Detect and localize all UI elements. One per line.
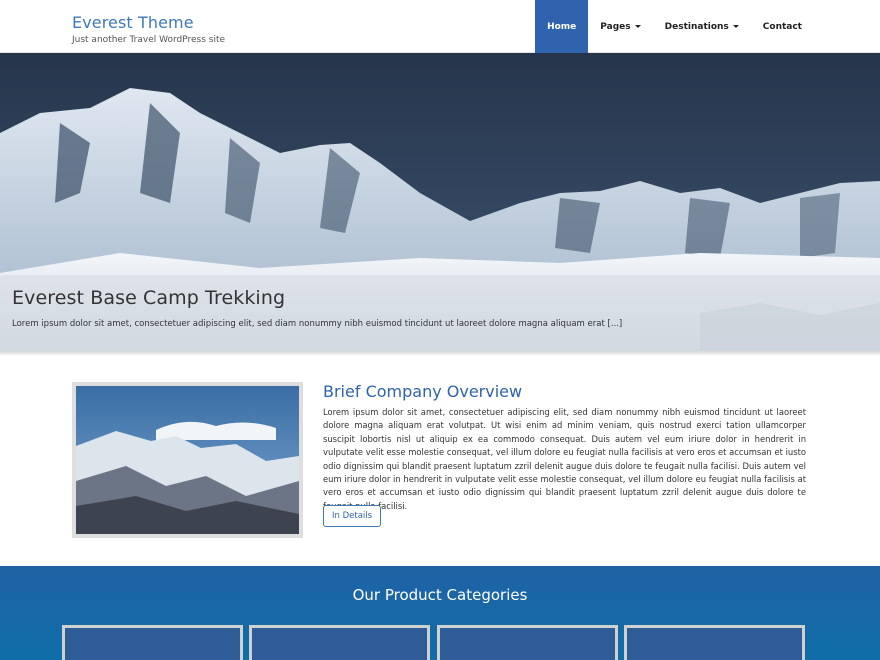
nav-item-label: Home [547, 21, 577, 32]
site-branding: Everest Theme Just another Travel WordPr… [72, 14, 226, 46]
caret-down-icon [634, 25, 641, 28]
nav-item-pages[interactable]: Pages [588, 0, 652, 53]
main-navigation: Home Pages Destinations Contact [535, 0, 814, 53]
hero-excerpt: Lorem ipsum dolor sit amet, consectetuer… [12, 319, 623, 329]
hero-slider[interactable]: Everest Base Camp Trekking Lorem ipsum d… [0, 53, 880, 351]
nav-item-home[interactable]: Home [535, 0, 589, 53]
category-card[interactable] [62, 625, 243, 660]
nav-item-destinations[interactable]: Destinations [653, 0, 751, 53]
site-title[interactable]: Everest Theme [72, 14, 225, 32]
category-card[interactable] [249, 625, 430, 660]
overview-image [72, 382, 303, 538]
category-card[interactable] [437, 625, 618, 660]
site-header: Everest Theme Just another Travel WordPr… [0, 0, 880, 53]
hero-title[interactable]: Everest Base Camp Trekking [12, 287, 285, 309]
category-card[interactable] [624, 625, 805, 660]
nav-item-contact[interactable]: Contact [751, 0, 814, 53]
site-tagline: Just another Travel WordPress site [72, 35, 226, 45]
nav-item-label: Destinations [664, 21, 729, 32]
hero-caption: Everest Base Camp Trekking Lorem ipsum d… [0, 275, 880, 351]
caret-down-icon [732, 25, 739, 28]
overview-title: Brief Company Overview [323, 382, 523, 401]
categories-title: Our Product Categories [352, 586, 528, 604]
product-categories-section: Our Product Categories [0, 566, 880, 660]
in-details-button[interactable]: In Details [323, 505, 382, 527]
overview-body: Lorem ipsum dolor sit amet, consectetuer… [323, 407, 806, 511]
nav-item-label: Contact [762, 21, 802, 32]
hero-divider [0, 351, 880, 356]
nav-item-label: Pages [600, 21, 631, 32]
